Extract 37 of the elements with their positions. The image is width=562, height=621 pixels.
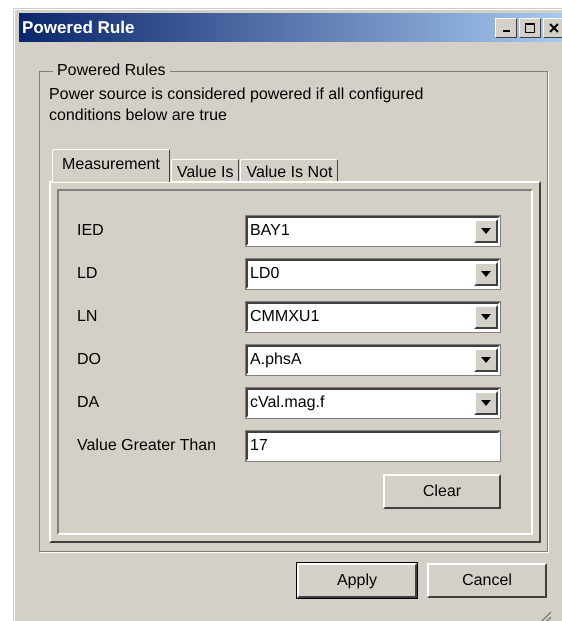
input-field[interactable]: 17 — [246, 430, 500, 460]
field-label: Value Greater Than — [77, 436, 218, 454]
dialog-button[interactable]: Cancel — [427, 563, 547, 598]
caret-icon — [481, 314, 491, 320]
description-text: Power source is considered powered if all configured conditions below are true — [49, 85, 424, 126]
dropdown-field[interactable]: cVal.mag.f — [246, 388, 500, 418]
dropdown-button[interactable] — [474, 262, 498, 286]
window-title: Powered Rule — [22, 18, 134, 38]
dropdown-button[interactable] — [474, 348, 498, 372]
tab[interactable]: Value Is — [170, 159, 240, 181]
dropdown-button[interactable] — [474, 304, 498, 328]
minimize-icon — [502, 30, 510, 32]
field-label: LN — [77, 308, 98, 326]
caret-icon — [481, 400, 491, 406]
field-label: IED — [77, 222, 105, 240]
minimize-button[interactable] — [495, 18, 517, 38]
maximize-icon — [525, 22, 535, 32]
dropdown-field[interactable]: CMMXU1 — [246, 302, 500, 332]
tab[interactable]: Measurement — [52, 149, 170, 182]
field-label: DO — [77, 350, 102, 368]
tab[interactable]: Value Is Not — [240, 159, 338, 181]
group-legend: Powered Rules — [53, 62, 170, 80]
field-label: LD — [77, 264, 98, 282]
dialog-button[interactable]: Apply — [297, 563, 417, 598]
field-label: DA — [77, 394, 100, 412]
caret-icon — [481, 228, 491, 234]
dropdown-field[interactable]: A.phsA — [246, 344, 500, 374]
close-icon — [549, 22, 559, 32]
dropdown-field[interactable]: LD0 — [246, 258, 500, 288]
dropdown-button[interactable] — [474, 218, 498, 242]
maximize-button[interactable] — [519, 18, 541, 38]
close-button[interactable] — [543, 18, 562, 38]
dropdown-button[interactable] — [474, 390, 498, 414]
clear-button[interactable]: Clear — [383, 474, 501, 509]
caret-icon — [481, 356, 491, 362]
caret-icon — [481, 270, 491, 276]
dropdown-field[interactable]: BAY1 — [246, 216, 500, 246]
